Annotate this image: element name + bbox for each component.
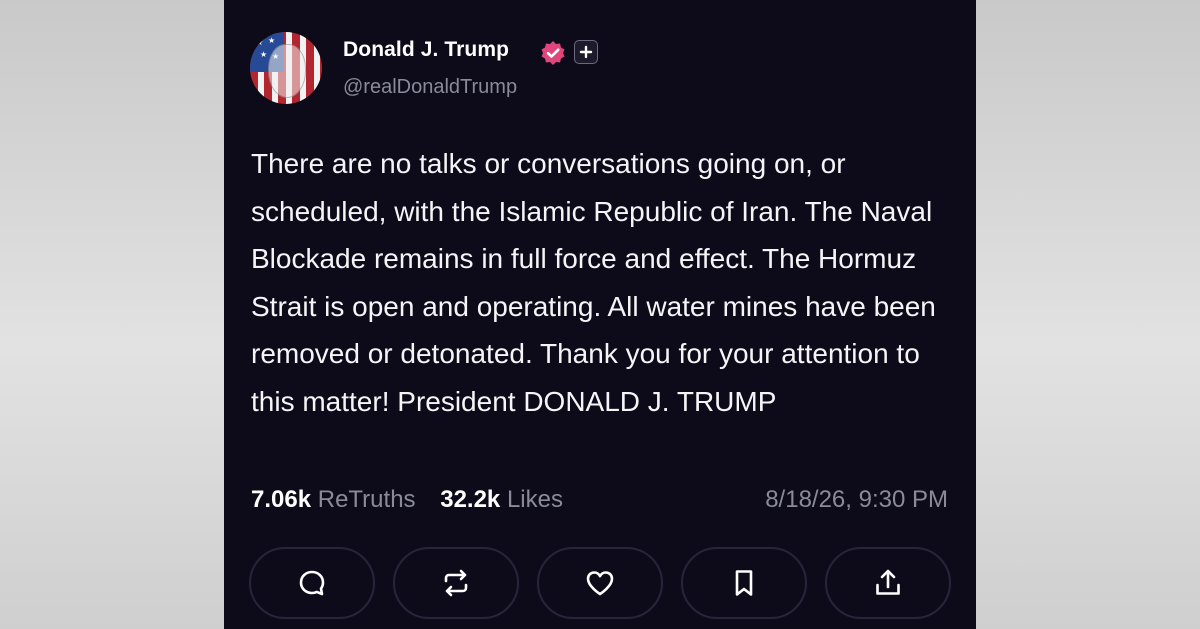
likes-count[interactable]: 32.2k	[440, 486, 500, 513]
background-left	[0, 0, 224, 629]
avatar[interactable]: ★ ★ ★ ★	[250, 32, 322, 104]
retruths-count[interactable]: 7.06k	[251, 486, 311, 513]
retruth-icon	[444, 569, 468, 597]
avatar-face	[268, 44, 306, 98]
like-heart-icon	[586, 571, 614, 596]
background-right	[976, 0, 1200, 629]
user-handle[interactable]: @realDonaldTrump	[343, 76, 517, 99]
verified-badge-icon	[541, 41, 565, 65]
display-name[interactable]: Donald J. Trump	[343, 38, 509, 62]
post-stats: 7.06k ReTruths 32.2k Likes	[251, 486, 563, 514]
share-button[interactable]	[825, 547, 951, 619]
bookmark-icon	[735, 570, 753, 596]
post-timestamp: 8/18/26, 9:30 PM	[765, 486, 948, 513]
reply-button[interactable]	[249, 547, 375, 619]
like-button[interactable]	[537, 547, 663, 619]
retruth-button[interactable]	[393, 547, 519, 619]
retruths-label[interactable]: ReTruths	[318, 486, 416, 513]
plus-icon	[574, 40, 598, 64]
bookmark-button[interactable]	[681, 547, 807, 619]
likes-label[interactable]: Likes	[507, 486, 563, 513]
reply-icon	[299, 570, 325, 596]
post-text: There are no talks or conversations goin…	[251, 148, 936, 417]
share-icon	[876, 569, 900, 595]
